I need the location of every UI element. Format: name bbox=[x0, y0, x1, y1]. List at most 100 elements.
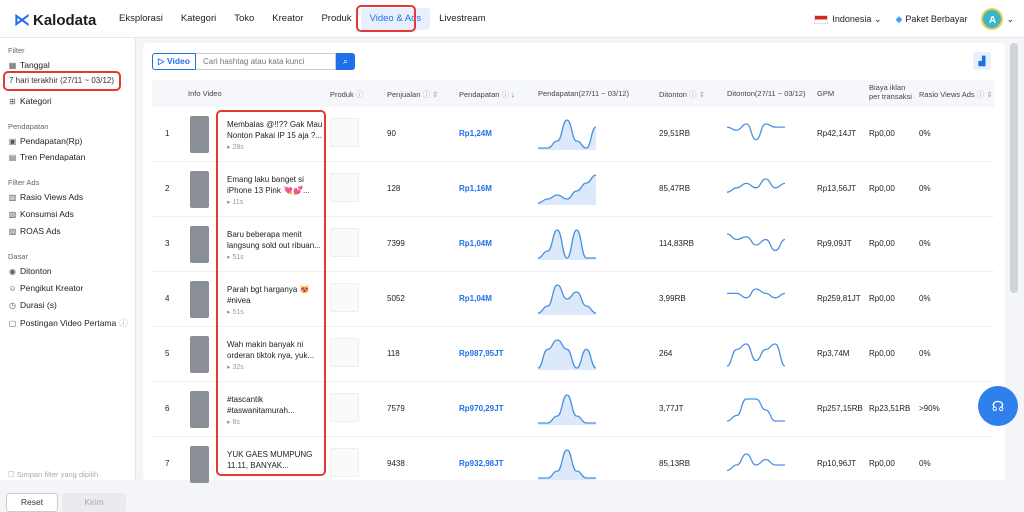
gpm-value: Rp42,14JT bbox=[817, 129, 857, 138]
date-range-selector[interactable]: 7 hari terakhir (27/11 ~ 03/12) bbox=[3, 71, 121, 91]
gpm-value: Rp10,96JT bbox=[817, 459, 857, 468]
filter-revenue-label: Pendapatan(Rp) bbox=[20, 136, 83, 146]
filter-duration[interactable]: ◷ Durasi (s) bbox=[8, 300, 57, 310]
views-value: 3,99RB bbox=[659, 294, 686, 303]
gpm-value: Rp257,15RB bbox=[817, 404, 863, 413]
filter-ads-consumption[interactable]: ▧ Konsumsi Ads bbox=[8, 209, 74, 219]
plan-label: Paket Berbayar bbox=[905, 13, 968, 24]
product-image[interactable] bbox=[330, 448, 359, 477]
sort-icon: ↓ bbox=[511, 90, 515, 99]
save-filter-label: Simpan filter yang dipilih bbox=[16, 470, 99, 479]
header-gpm[interactable]: GPM bbox=[817, 89, 834, 98]
ads-ratio-value: 0% bbox=[919, 129, 931, 138]
gpm-value: Rp3,74M bbox=[817, 349, 850, 358]
reset-button[interactable]: Reset bbox=[6, 493, 58, 512]
filter-views[interactable]: ◉ Ditonton bbox=[8, 266, 52, 276]
plan-badge[interactable]: ◆ Paket Berbayar bbox=[895, 14, 967, 25]
ads-ratio-value: 0% bbox=[919, 184, 931, 193]
filter-first-post-label: Postingan Video Pertama bbox=[20, 318, 117, 328]
nav-item-2[interactable]: Toko bbox=[225, 8, 263, 30]
filter-revenue[interactable]: ▣ Pendapatan(Rp) bbox=[8, 136, 83, 146]
logo-icon: ⋉ bbox=[14, 12, 30, 29]
ad-cost-value: Rp0,00 bbox=[869, 239, 895, 248]
header-ads-ratio[interactable]: Rasio Views Ads ⓘ ⇕ bbox=[919, 89, 993, 100]
video-thumbnail[interactable] bbox=[190, 336, 209, 373]
views-trend-sparkline bbox=[727, 453, 785, 472]
revenue-trend-area bbox=[538, 120, 596, 150]
info-icon: ⓘ bbox=[689, 90, 697, 99]
diamond-icon: ◆ bbox=[895, 13, 903, 24]
nav-item-0[interactable]: Eksplorasi bbox=[110, 8, 172, 30]
search-button[interactable]: ⌕ bbox=[336, 53, 355, 70]
filter-roas[interactable]: ▨ ROAS Ads bbox=[8, 226, 61, 236]
views-trend-line bbox=[727, 123, 785, 141]
user-icon: ☺ bbox=[8, 283, 17, 293]
filter-sidebar: Filter ▦ Tanggal ⊞ Kategori Pendapatan ▣ Pe… bbox=[0, 38, 136, 512]
filter-ads-ratio[interactable]: ▥ Rasio Views Ads bbox=[8, 192, 83, 202]
language-selector[interactable]: Indonesia ⌄ bbox=[814, 14, 881, 25]
filter-duration-label: Durasi (s) bbox=[20, 300, 57, 310]
filter-revenue-trend[interactable]: ▤ Tren Pendapatan bbox=[8, 152, 86, 162]
submit-button[interactable]: Kirim bbox=[62, 493, 126, 512]
nav-item-4[interactable]: Produk bbox=[312, 8, 360, 30]
filter-views-label: Ditonton bbox=[20, 266, 52, 276]
header-revenue-label: Pendapatan bbox=[459, 90, 500, 99]
nav-item-3[interactable]: Kreator bbox=[263, 8, 312, 30]
video-thumbnail[interactable] bbox=[190, 171, 209, 208]
header-ad-cost[interactable]: Biaya iklan per transaksi bbox=[869, 83, 912, 101]
header-views-label: Ditonton bbox=[659, 90, 687, 99]
video-thumbnail[interactable] bbox=[190, 226, 209, 263]
nav-item-6[interactable]: Livestream bbox=[430, 8, 494, 30]
gpm-value: Rp13,56JT bbox=[817, 184, 857, 193]
grid-icon: ⊞ bbox=[9, 96, 16, 106]
product-image[interactable] bbox=[330, 283, 359, 312]
table-header: Info Video Produk ⓘ Penjualan ⓘ ⇕ Pendap… bbox=[152, 80, 994, 107]
account-menu[interactable]: A ⌄ bbox=[981, 8, 1014, 30]
rank: 4 bbox=[165, 294, 170, 303]
product-image[interactable] bbox=[330, 118, 359, 147]
support-button[interactable]: ☊ bbox=[978, 386, 1018, 426]
header-sales[interactable]: Penjualan ⓘ ⇕ bbox=[387, 89, 438, 100]
search-input[interactable] bbox=[196, 53, 336, 70]
header-ad-cost-line1: Biaya iklan bbox=[869, 83, 906, 92]
product-image[interactable] bbox=[330, 173, 359, 202]
video-thumbnail[interactable] bbox=[190, 281, 209, 318]
video-tab[interactable]: ▷ Video bbox=[152, 53, 196, 70]
ad-cost-value: Rp0,00 bbox=[869, 184, 895, 193]
filter-first-post[interactable]: ▢ Postingan Video Pertama ⓘ bbox=[8, 317, 128, 329]
filter-ads-ratio-label: Rasio Views Ads bbox=[20, 192, 84, 202]
video-thumbnail[interactable] bbox=[190, 391, 209, 428]
header-views[interactable]: Ditonton ⓘ ⇕ bbox=[659, 89, 705, 100]
video-thumbnail[interactable] bbox=[190, 446, 209, 483]
views-value: 29,51RB bbox=[659, 129, 691, 138]
filter-category[interactable]: ⊞ Kategori bbox=[8, 96, 52, 106]
post-icon: ▢ bbox=[8, 318, 17, 328]
revenue-value: Rp1,04M bbox=[459, 294, 492, 303]
product-image[interactable] bbox=[330, 338, 359, 367]
nav-item-1[interactable]: Kategori bbox=[172, 8, 225, 30]
brand-name: Kalodata bbox=[33, 11, 97, 29]
views-trend-line bbox=[727, 178, 785, 193]
filter-followers[interactable]: ☺ Pengikut Kreator bbox=[8, 283, 83, 293]
layout-icon[interactable]: ▟ bbox=[973, 52, 991, 70]
info-icon: ⓘ bbox=[119, 318, 128, 328]
video-thumbnail[interactable] bbox=[190, 116, 209, 153]
sales-value: 7399 bbox=[387, 239, 405, 248]
product-image[interactable] bbox=[330, 393, 359, 422]
views-trend-sparkline bbox=[727, 123, 785, 141]
ad-cost-value: Rp0,00 bbox=[869, 459, 895, 468]
product-image[interactable] bbox=[330, 228, 359, 257]
views-trend-line bbox=[727, 343, 785, 367]
header-product[interactable]: Produk ⓘ bbox=[330, 89, 363, 100]
gpm-value: Rp9,09JT bbox=[817, 239, 852, 248]
filter-date[interactable]: ▦ Tanggal bbox=[8, 60, 50, 70]
scrollbar[interactable] bbox=[1010, 43, 1018, 293]
revenue-trend-area bbox=[538, 285, 596, 315]
logo[interactable]: ⋉ Kalodata bbox=[14, 10, 96, 30]
views-trend-sparkline bbox=[727, 288, 785, 299]
eye-icon: ◉ bbox=[9, 266, 16, 276]
save-filter-checkbox[interactable]: ☐ Simpan filter yang dipilih bbox=[8, 470, 98, 479]
filter-date-label: Tanggal bbox=[20, 60, 50, 70]
revenue-value: Rp1,04M bbox=[459, 239, 492, 248]
header-revenue[interactable]: Pendapatan ⓘ ↓ bbox=[459, 89, 515, 100]
